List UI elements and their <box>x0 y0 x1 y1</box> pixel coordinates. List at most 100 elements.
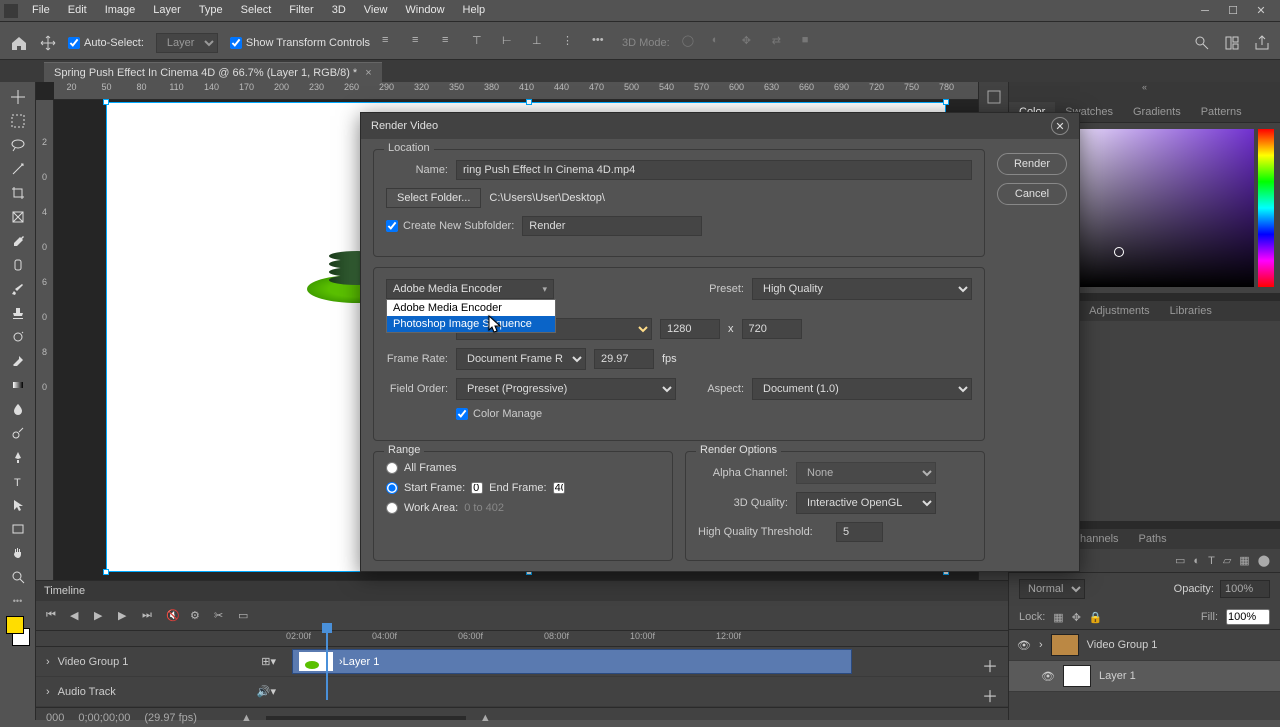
rectangle-tool[interactable] <box>4 518 32 540</box>
layer-row-layer1[interactable]: 👁 Layer 1 <box>1009 661 1280 692</box>
menu-filter[interactable]: Filter <box>281 2 321 18</box>
visibility-icon[interactable]: 👁 <box>1041 670 1055 683</box>
distribute-icon[interactable]: ⋮ <box>562 34 580 52</box>
layer-row-group[interactable]: 👁 › Video Group 1 <box>1009 630 1280 661</box>
track-chevron-icon[interactable]: › <box>46 686 50 698</box>
frame-tool[interactable] <box>4 206 32 228</box>
document-tab[interactable]: Spring Push Effect In Cinema 4D @ 66.7% … <box>44 62 382 83</box>
filter-kind-icon[interactable]: ▭ <box>1175 554 1185 567</box>
dialog-close-icon[interactable]: ✕ <box>1051 117 1069 135</box>
menu-3d[interactable]: 3D <box>324 2 354 18</box>
align-bottom-icon[interactable]: ⊥ <box>532 34 550 52</box>
filter-adjustment-icon[interactable]: ◐ <box>1193 555 1200 567</box>
panel-collapse-icon[interactable]: « <box>1009 82 1280 102</box>
mute-icon[interactable]: 🔇 <box>166 609 180 623</box>
align-right-icon[interactable]: ≡ <box>442 34 460 52</box>
tab-gradients[interactable]: Gradients <box>1123 102 1191 122</box>
history-brush-tool[interactable] <box>4 326 32 348</box>
healing-tool[interactable] <box>4 254 32 276</box>
zoom-in-icon[interactable]: ▲ <box>480 712 491 724</box>
move-tool[interactable] <box>4 86 32 108</box>
align-left-icon[interactable]: ≡ <box>382 34 400 52</box>
timeline-clip[interactable]: › Layer 1 <box>292 649 852 674</box>
track-chevron-icon[interactable]: › <box>46 656 50 668</box>
dock-history-icon[interactable] <box>985 88 1003 106</box>
filter-smart-icon[interactable]: ▦ <box>1239 554 1249 567</box>
encoder-option-ame[interactable]: Adobe Media Encoder <box>387 300 555 316</box>
home-icon[interactable] <box>10 34 28 52</box>
minimize-button[interactable]: ─ <box>1198 4 1212 18</box>
type-tool[interactable]: T <box>4 470 32 492</box>
foreground-background-colors[interactable] <box>4 614 32 648</box>
3d-orbit-icon[interactable]: ◯ <box>682 34 700 52</box>
dodge-tool[interactable] <box>4 422 32 444</box>
tab-patterns[interactable]: Patterns <box>1191 102 1252 122</box>
filter-toggle-icon[interactable]: ⬤ <box>1258 554 1270 567</box>
maximize-button[interactable]: ☐ <box>1226 4 1240 18</box>
gradient-tool[interactable] <box>4 374 32 396</box>
filter-shape-icon[interactable]: ▱ <box>1223 554 1231 567</box>
framerate-select[interactable]: Document Frame Rate <box>456 348 586 370</box>
last-frame-icon[interactable]: ⏭ <box>142 609 156 623</box>
start-frame-radio[interactable]: Start Frame: End Frame: <box>386 482 660 494</box>
auto-select-checkbox[interactable]: Auto-Select: <box>68 37 144 49</box>
3d-slide-icon[interactable]: ⇄ <box>772 34 790 52</box>
3d-roll-icon[interactable]: ◐ <box>712 34 730 52</box>
settings-icon[interactable]: ⚙ <box>190 609 204 623</box>
filter-type-icon[interactable]: T <box>1208 555 1215 567</box>
3d-quality-select[interactable]: Interactive OpenGL <box>796 492 936 514</box>
hue-slider[interactable] <box>1258 129 1274 287</box>
auto-select-target[interactable]: Layer <box>156 33 218 53</box>
align-center-icon[interactable]: ≡ <box>412 34 430 52</box>
eyedropper-tool[interactable] <box>4 230 32 252</box>
play-icon[interactable]: ▶ <box>94 609 108 623</box>
menu-layer[interactable]: Layer <box>145 2 189 18</box>
menu-window[interactable]: Window <box>397 2 452 18</box>
width-input[interactable] <box>660 319 720 339</box>
name-input[interactable] <box>456 160 972 180</box>
show-transform-checkbox[interactable]: Show Transform Controls <box>230 37 370 49</box>
fieldorder-select[interactable]: Preset (Progressive) <box>456 378 676 400</box>
close-button[interactable]: ✕ <box>1254 4 1268 18</box>
height-input[interactable] <box>742 319 802 339</box>
menu-type[interactable]: Type <box>191 2 231 18</box>
brush-tool[interactable] <box>4 278 32 300</box>
magic-wand-tool[interactable] <box>4 158 32 180</box>
more-icon[interactable]: ••• <box>592 34 610 52</box>
encoder-option-image-sequence[interactable]: Photoshop Image Sequence <box>387 316 555 332</box>
create-subfolder-checkbox[interactable]: Create New Subfolder: <box>386 220 514 232</box>
share-icon[interactable] <box>1254 35 1270 51</box>
marquee-tool[interactable] <box>4 110 32 132</box>
cancel-button[interactable]: Cancel <box>997 183 1067 205</box>
add-media-icon[interactable]: ＋ <box>982 653 998 677</box>
preset-select[interactable]: High Quality <box>752 278 972 300</box>
3d-zoom-icon[interactable]: ■ <box>802 34 820 52</box>
menu-help[interactable]: Help <box>455 2 494 18</box>
tab-libraries[interactable]: Libraries <box>1160 301 1222 321</box>
lock-pixels-icon[interactable]: ▦ <box>1053 611 1063 624</box>
zoom-out-icon[interactable]: ▲ <box>241 712 252 724</box>
path-selection-tool[interactable] <box>4 494 32 516</box>
fps-input[interactable] <box>594 349 654 369</box>
pen-tool[interactable] <box>4 446 32 468</box>
subfolder-input[interactable] <box>522 216 702 236</box>
tab-adjustments[interactable]: Adjustments <box>1079 301 1160 321</box>
encoder-select[interactable]: Adobe Media Encoder Adobe Media Encoder … <box>386 279 554 299</box>
blur-tool[interactable] <box>4 398 32 420</box>
eraser-tool[interactable] <box>4 350 32 372</box>
opacity-input[interactable] <box>1220 580 1270 598</box>
menu-edit[interactable]: Edit <box>60 2 95 18</box>
menu-file[interactable]: File <box>24 2 58 18</box>
folder-chevron-icon[interactable]: › <box>1039 639 1043 651</box>
blend-mode-select[interactable]: Normal <box>1019 579 1085 599</box>
lasso-tool[interactable] <box>4 134 32 156</box>
move-tool-icon[interactable] <box>40 35 56 51</box>
3d-pan-icon[interactable]: ✥ <box>742 34 760 52</box>
timeline-ruler[interactable]: 02:00f04:00f06:00f08:00f10:00f12:00f <box>36 631 1008 647</box>
work-area-radio[interactable]: Work Area: 0 to 402 <box>386 502 660 514</box>
tab-paths[interactable]: Paths <box>1129 529 1177 549</box>
color-manage-checkbox[interactable]: Color Manage <box>456 408 542 420</box>
workspace-icon[interactable] <box>1224 35 1240 51</box>
align-middle-icon[interactable]: ⊢ <box>502 34 520 52</box>
close-tab-icon[interactable]: × <box>365 67 371 79</box>
